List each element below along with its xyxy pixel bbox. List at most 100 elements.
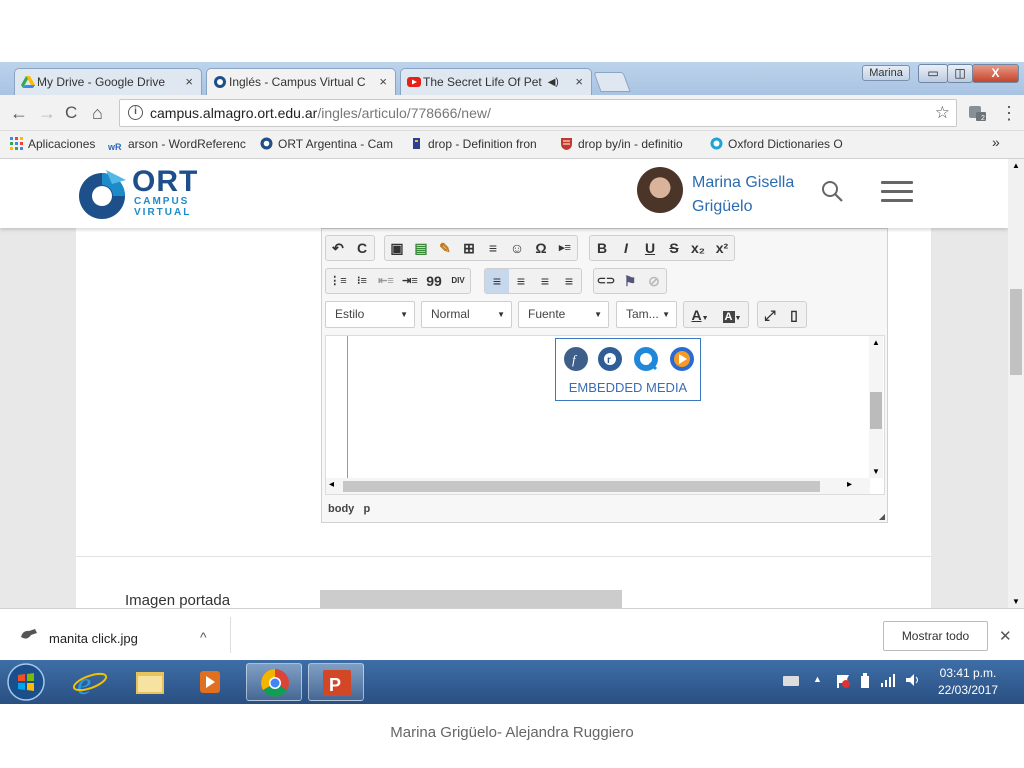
justify-button[interactable]: ≡ — [557, 269, 581, 293]
redo-button[interactable]: C — [350, 236, 374, 260]
horizontal-rule-button[interactable]: ≡ — [481, 236, 505, 260]
volume-icon[interactable] — [905, 673, 923, 687]
tray-expand-icon[interactable]: ▲ — [813, 674, 822, 684]
resize-handle-icon[interactable]: ◢ — [879, 512, 885, 521]
undo-button[interactable]: ↶ — [326, 236, 350, 260]
special-char-button[interactable]: Ω — [529, 236, 553, 260]
new-tab-button[interactable] — [593, 72, 631, 92]
back-button[interactable]: ← — [10, 103, 28, 124]
bookmark-wordreference[interactable]: wR arson - WordReferenc — [108, 137, 246, 155]
bookmark-star-icon[interactable]: ☆ — [935, 100, 950, 126]
signal-icon[interactable] — [880, 673, 898, 687]
image-button[interactable]: ▣ — [385, 236, 409, 260]
audio-playing-icon[interactable]: ◀) — [548, 77, 559, 88]
taskbar-chrome[interactable] — [246, 663, 302, 701]
taskbar-ie[interactable]: e — [62, 663, 118, 701]
unlink-button[interactable]: ⊘ — [642, 269, 666, 293]
chrome-menu-icon[interactable]: ⋮ — [1000, 103, 1018, 124]
scroll-up-icon[interactable]: ▲ — [1012, 161, 1020, 170]
power-icon[interactable] — [858, 673, 872, 689]
profile-chip[interactable]: Marina — [862, 65, 910, 81]
align-left-button[interactable]: ≡ — [485, 269, 509, 293]
align-right-button[interactable]: ≡ — [533, 269, 557, 293]
path-body[interactable]: body — [328, 503, 354, 515]
minimize-button[interactable]: ▭ — [918, 64, 948, 83]
scroll-right-icon[interactable]: ▸ — [847, 479, 852, 490]
anchor-button[interactable]: ⚑ — [618, 269, 642, 293]
style-select[interactable]: Estilo ▼ — [325, 301, 415, 328]
extension-icon[interactable]: 2 — [966, 103, 988, 123]
editor-horizontal-scrollbar[interactable]: ◂ ▸ — [326, 478, 870, 494]
avatar[interactable] — [637, 167, 683, 213]
editor-content-area[interactable]: f r EMBEDDED MEDIA ▲ ▼ ◂ ▸ — [325, 335, 885, 495]
close-tab-icon[interactable]: × — [379, 74, 387, 89]
address-bar[interactable]: i campus.almagro.ort.edu.ar/ingles/artic… — [119, 99, 957, 127]
page-scrollbar[interactable]: ▲ ▼ — [1008, 159, 1024, 608]
close-shelf-icon[interactable]: ✕ — [999, 627, 1012, 645]
scroll-down-icon[interactable]: ▼ — [1012, 597, 1020, 606]
keyboard-icon[interactable] — [782, 674, 800, 688]
editor-vertical-scrollbar[interactable]: ▲ ▼ — [869, 336, 883, 478]
strikethrough-button[interactable]: S — [662, 236, 686, 260]
background-color-button[interactable]: A ▼ — [716, 303, 748, 327]
scroll-left-icon[interactable]: ◂ — [329, 479, 334, 490]
tab-google-drive[interactable]: My Drive - Google Drive × — [14, 68, 202, 95]
scroll-thumb[interactable] — [343, 481, 820, 492]
path-p[interactable]: p — [363, 503, 370, 515]
italic-button[interactable]: I — [614, 236, 638, 260]
tab-secret-life-of-pets[interactable]: The Secret Life Of Pet ◀) × — [400, 68, 592, 95]
format-select[interactable]: Normal ▼ — [421, 301, 512, 328]
show-all-downloads-button[interactable]: Mostrar todo — [883, 621, 988, 651]
page-break-button[interactable]: ▸≡ — [553, 236, 577, 260]
reload-button[interactable]: C — [65, 103, 77, 123]
home-button[interactable]: ⌂ — [92, 103, 103, 124]
superscript-button[interactable]: x² — [710, 236, 734, 260]
hamburger-menu-icon[interactable] — [881, 181, 913, 203]
scroll-thumb[interactable] — [1010, 289, 1022, 375]
site-info-icon[interactable]: i — [128, 105, 143, 120]
taskbar-explorer[interactable] — [122, 663, 178, 701]
scroll-down-icon[interactable]: ▼ — [872, 467, 880, 476]
restore-button[interactable]: ◫ — [947, 64, 973, 83]
flash-button[interactable]: ✎ — [433, 236, 457, 260]
maximize-button[interactable]: ⤢ — [758, 303, 782, 327]
outdent-button[interactable]: ⇤≡ — [374, 269, 398, 293]
media-button[interactable]: ▤ — [409, 236, 433, 260]
tab-campus-virtual[interactable]: Inglés - Campus Virtual C × — [206, 68, 396, 95]
underline-button[interactable]: U — [638, 236, 662, 260]
forward-button[interactable]: → — [38, 103, 56, 124]
bookmark-drop-definition[interactable]: drop - Definition fron — [410, 137, 537, 151]
bookmark-apps[interactable]: Aplicaciones — [10, 137, 95, 151]
start-button-icon[interactable] — [6, 662, 46, 702]
chevron-up-icon[interactable]: ^ — [200, 629, 207, 645]
close-tab-icon[interactable]: × — [575, 74, 583, 89]
size-select[interactable]: Tam... ▼ — [616, 301, 677, 328]
close-tab-icon[interactable]: × — [185, 74, 193, 89]
bookmark-oxford[interactable]: Oxford Dictionaries O — [710, 137, 843, 151]
action-center-flag-icon[interactable] — [835, 673, 851, 689]
user-name[interactable]: Marina Gisella Grigüelo — [692, 171, 794, 219]
blockquote-button[interactable]: 99 — [422, 269, 446, 293]
taskbar-media-player[interactable] — [182, 663, 238, 701]
show-blocks-button[interactable]: ▯ — [782, 303, 806, 327]
system-clock[interactable]: 03:41 p.m. 22/03/2017 — [935, 665, 1001, 699]
search-icon[interactable] — [820, 179, 844, 203]
div-button[interactable]: DIV — [446, 269, 470, 293]
link-button[interactable]: ⊂⊃ — [594, 269, 618, 293]
bulleted-list-button[interactable]: ⁝≡ — [350, 269, 374, 293]
numbered-list-button[interactable]: ⋮≡ — [326, 269, 350, 293]
bold-button[interactable]: B — [590, 236, 614, 260]
cover-image-field[interactable] — [320, 590, 622, 608]
subscript-button[interactable]: x₂ — [686, 236, 710, 260]
indent-button[interactable]: ⇥≡ — [398, 269, 422, 293]
bookmark-ort-argentina[interactable]: ORT Argentina - Cam — [260, 137, 393, 151]
embedded-media-button[interactable]: f r EMBEDDED MEDIA — [555, 338, 701, 401]
taskbar-powerpoint[interactable]: P — [308, 663, 364, 701]
table-button[interactable]: ⊞ — [457, 236, 481, 260]
bookmark-drop-by-in[interactable]: drop by/in - definitio — [560, 137, 683, 151]
scroll-up-icon[interactable]: ▲ — [872, 338, 880, 347]
text-color-button[interactable]: A▼ — [684, 303, 716, 327]
close-window-button[interactable]: X — [972, 64, 1019, 83]
bookmarks-overflow-icon[interactable]: » — [992, 134, 1000, 150]
ort-logo-icon[interactable] — [76, 168, 128, 220]
